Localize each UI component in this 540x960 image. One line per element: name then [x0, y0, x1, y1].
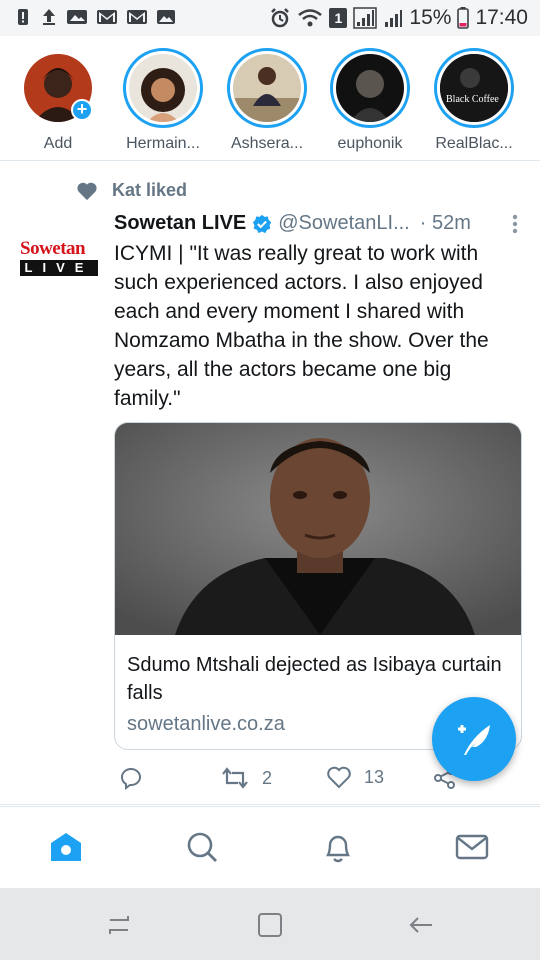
fleet-avatar-ring	[123, 48, 203, 128]
search-icon[interactable]	[184, 829, 220, 865]
sowetan-logo-bottom: LIVE	[20, 260, 98, 276]
like-count: 13	[364, 766, 385, 787]
avatar	[336, 54, 404, 122]
social-context: Kat liked	[76, 180, 187, 201]
heart-icon	[327, 766, 351, 789]
compose-feather-icon	[458, 725, 490, 755]
fleet-avatar-ring	[330, 48, 410, 128]
retweet-button[interactable]: 2	[220, 765, 272, 791]
handle[interactable]: @SowetanLI...	[278, 212, 409, 235]
tweet-text: ICYMI | "It was really great to work wit…	[114, 242, 489, 410]
fleet-name: RealBlac...	[435, 135, 513, 152]
signal-icon	[353, 7, 378, 29]
home-icon[interactable]	[48, 829, 84, 865]
fleet-user[interactable]: Hermain...	[113, 48, 213, 153]
fleet-user[interactable]: euphonik	[320, 48, 420, 153]
status-notification-icons	[14, 7, 176, 27]
fleet-name: Ashsera...	[230, 135, 304, 152]
wifi-icon	[298, 9, 323, 27]
image-icon	[67, 10, 87, 24]
heart-filled-icon	[77, 182, 97, 200]
tweet-header: Sowetan LIVE @SowetanLI... · 52m	[114, 212, 524, 235]
compose-tweet-button[interactable]	[432, 697, 516, 781]
messages-mail-icon[interactable]	[454, 829, 490, 865]
back-arrow-icon[interactable]	[406, 910, 436, 940]
alarm-icon	[271, 8, 290, 28]
fleets-row: + Add Hermain... Ashsera... euphonik Bla…	[0, 36, 540, 161]
sim-alert-icon	[18, 9, 28, 25]
sim-badge: 1	[329, 8, 348, 28]
status-bar: 1 15% 17:40	[0, 0, 540, 36]
fleet-user[interactable]: Ashsera...	[217, 48, 317, 153]
avatar	[233, 54, 301, 122]
system-navigation-bar	[0, 888, 540, 960]
fleet-name: Hermain...	[126, 135, 200, 152]
recent-apps-icon[interactable]	[104, 910, 134, 940]
reply-icon	[121, 768, 141, 790]
more-options-icon[interactable]	[512, 214, 518, 234]
clock: 17:40	[475, 6, 528, 29]
bottom-navigation	[0, 806, 540, 888]
fleet-avatar-ring	[227, 48, 307, 128]
avatar[interactable]: Sowetan LIVE	[20, 238, 98, 276]
fleet-avatar-ring: Black Coffee	[434, 48, 514, 128]
retweet-icon	[222, 767, 248, 789]
fleet-name: euphonik	[337, 135, 403, 152]
fleet-avatar-ring: +	[18, 48, 98, 128]
signal-icon	[385, 10, 403, 27]
gmail-icon	[97, 10, 117, 24]
battery-percentage: 15%	[409, 6, 452, 29]
home-square-icon[interactable]	[255, 910, 285, 940]
status-system-icons: 1 15% 17:40	[269, 6, 528, 30]
display-name[interactable]: Sowetan LIVE	[114, 212, 246, 235]
fleet-name: Add	[43, 135, 73, 152]
gmail-icon	[127, 10, 147, 24]
like-button[interactable]: 13	[326, 765, 384, 789]
add-fleet-plus-icon[interactable]: +	[71, 99, 93, 121]
verified-icon	[253, 214, 272, 233]
card-image	[115, 423, 521, 635]
timestamp: · 52m	[419, 212, 471, 234]
social-context-text: Kat liked	[112, 180, 188, 200]
fleet-user[interactable]: Black Coffee RealBlac...	[424, 48, 524, 153]
black-coffee-logo-text: Black Coffee	[446, 94, 499, 105]
reply-button[interactable]	[118, 765, 144, 791]
upload-icon	[43, 9, 55, 25]
notifications-bell-icon[interactable]	[320, 829, 356, 865]
retweet-count: 2	[262, 767, 273, 788]
fleet-add[interactable]: + Add	[8, 48, 108, 153]
gallery-icon	[157, 10, 175, 24]
avatar	[129, 54, 197, 122]
avatar: Black Coffee	[440, 54, 508, 122]
battery-icon	[457, 7, 470, 29]
sowetan-logo-top: Sowetan	[20, 238, 86, 259]
